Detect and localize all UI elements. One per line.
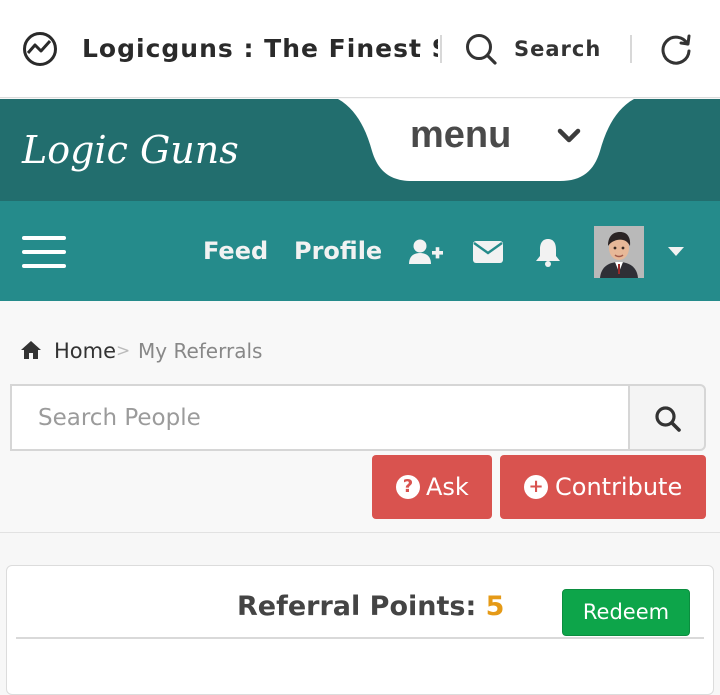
panel-divider [16, 637, 704, 639]
add-user-icon[interactable] [409, 239, 443, 265]
contribute-button[interactable]: + Contribute [500, 455, 706, 519]
question-circle-icon: ? [396, 475, 420, 499]
divider [440, 35, 442, 63]
referral-points: Referral Points: 5 [237, 588, 504, 626]
breadcrumb-home[interactable]: Home [54, 336, 116, 366]
envelope-icon[interactable] [473, 241, 503, 263]
hamburger-menu-icon[interactable] [22, 236, 66, 268]
search-people-input[interactable] [10, 384, 630, 451]
ask-button[interactable]: ? Ask [372, 455, 492, 519]
breadcrumb-current: My Referrals [138, 339, 263, 363]
contribute-label: Contribute [555, 473, 683, 501]
bell-icon[interactable] [535, 237, 561, 267]
avatar[interactable] [594, 226, 644, 278]
search-submit-button[interactable] [628, 384, 706, 451]
nav-link-profile[interactable]: Profile [294, 233, 382, 269]
ask-label: Ask [426, 473, 469, 501]
site-logo[interactable]: Logic Guns [22, 124, 239, 176]
breadcrumb-separator: > [116, 341, 131, 361]
caret-down-icon[interactable] [667, 245, 685, 257]
divider [630, 35, 632, 63]
site-icon [23, 32, 57, 66]
browser-page-title[interactable]: Logicguns : The Finest S [82, 31, 438, 67]
reload-icon[interactable] [659, 32, 693, 66]
redeem-button[interactable]: Redeem [562, 589, 690, 636]
referral-points-label: Referral Points: [237, 591, 477, 622]
browser-search-label: Search [514, 37, 602, 61]
search-icon [655, 406, 681, 432]
search-icon [466, 34, 497, 65]
chevron-down-icon [557, 128, 581, 143]
plus-circle-icon: + [524, 475, 548, 499]
avatar-image [594, 226, 644, 278]
browser-search-button[interactable]: Search [462, 30, 612, 68]
home-icon [21, 341, 41, 359]
nav-link-feed[interactable]: Feed [203, 233, 268, 269]
menu-label[interactable]: menu [410, 112, 511, 158]
referral-points-value: 5 [485, 591, 505, 622]
